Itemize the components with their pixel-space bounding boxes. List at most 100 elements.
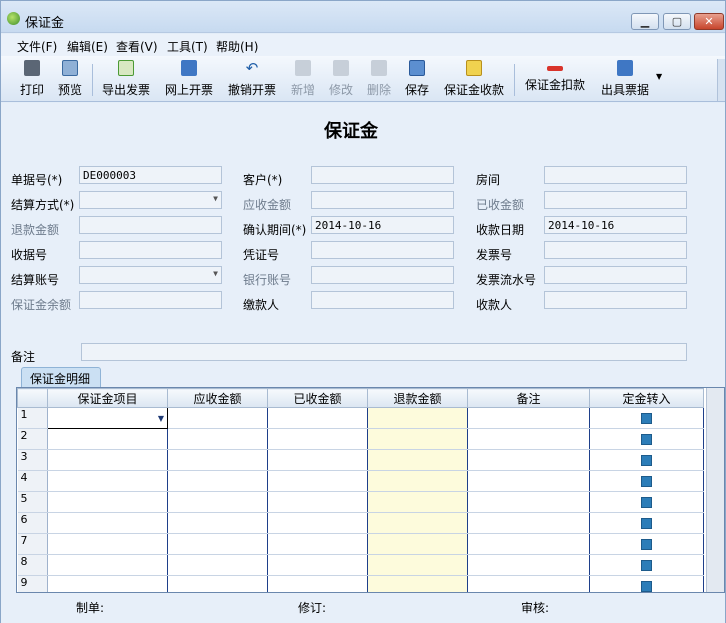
grid-cell[interactable]	[589, 407, 704, 429]
table-row[interactable]: 1 ▼	[17, 407, 704, 429]
table-row[interactable]: 2	[17, 428, 704, 450]
table-row[interactable]: 6	[17, 512, 704, 534]
checkbox[interactable]	[641, 580, 652, 592]
table-row[interactable]: 4	[17, 470, 704, 492]
grid-cell[interactable]	[467, 428, 590, 450]
grid-cell[interactable]	[467, 491, 590, 513]
menu-edit[interactable]: 编辑(E)	[67, 38, 108, 55]
grid-cell[interactable]	[267, 512, 368, 534]
menu-view[interactable]: 查看(V)	[116, 38, 158, 55]
grid-cell[interactable]	[367, 407, 468, 429]
grid-cell[interactable]	[589, 533, 704, 555]
grid-cell[interactable]	[467, 533, 590, 555]
checkbox[interactable]	[641, 433, 652, 445]
payee-field[interactable]	[544, 291, 687, 309]
doc-no-field[interactable]: DE000003	[79, 166, 222, 184]
grid-cell[interactable]	[47, 512, 168, 534]
add-button[interactable]: 新增	[289, 60, 317, 100]
grid-scrollbar[interactable]	[706, 388, 724, 592]
grid-cell[interactable]	[167, 554, 268, 576]
col-header-receivable[interactable]: 应收金额	[167, 388, 268, 408]
preview-button[interactable]: 预览	[56, 60, 84, 100]
undo-invoice-button[interactable]: ↶ 撤销开票	[226, 60, 278, 100]
bank-account-field[interactable]	[311, 266, 454, 284]
checkbox[interactable]	[641, 454, 652, 466]
save-button[interactable]: 保存	[403, 60, 431, 100]
grid-cell[interactable]	[467, 470, 590, 492]
col-header-received[interactable]: 已收金额	[267, 388, 368, 408]
grid-cell[interactable]	[467, 407, 590, 429]
grid-cell[interactable]	[467, 512, 590, 534]
checkbox[interactable]	[641, 517, 652, 529]
grid-cell[interactable]	[367, 491, 468, 513]
close-button[interactable]: ✕	[694, 13, 724, 30]
grid-cell[interactable]	[167, 449, 268, 471]
grid-cell[interactable]	[267, 470, 368, 492]
grid-cell[interactable]	[467, 554, 590, 576]
menu-file[interactable]: 文件(F)	[17, 38, 57, 55]
grid-cell[interactable]	[267, 533, 368, 555]
checkbox[interactable]	[641, 412, 652, 424]
col-header-deposit-item[interactable]: 保证金项目	[47, 388, 168, 408]
checkbox[interactable]	[641, 475, 652, 487]
col-header-remark[interactable]: 备注	[467, 388, 590, 408]
voucher-no-field[interactable]	[311, 241, 454, 259]
print-button[interactable]: 打印	[18, 60, 46, 100]
grid-cell[interactable]	[47, 533, 168, 555]
grid-cell[interactable]	[367, 470, 468, 492]
settle-account-select[interactable]: ▼	[79, 266, 222, 284]
received-field[interactable]	[544, 191, 687, 209]
tab-deposit-detail[interactable]: 保证金明细	[21, 367, 101, 387]
settle-method-select[interactable]: ▼	[79, 191, 222, 209]
grid-cell[interactable]	[367, 533, 468, 555]
grid-cell[interactable]	[367, 554, 468, 576]
grid-cell[interactable]	[167, 428, 268, 450]
table-row[interactable]: 7	[17, 533, 704, 555]
minimize-button[interactable]: ▁	[631, 13, 659, 30]
deposit-balance-field[interactable]	[79, 291, 222, 309]
grid-cell[interactable]	[47, 554, 168, 576]
grid-cell[interactable]	[167, 533, 268, 555]
grid-cell[interactable]	[167, 491, 268, 513]
table-row[interactable]: 8	[17, 554, 704, 576]
grid-cell[interactable]	[467, 449, 590, 471]
grid-cell[interactable]	[589, 470, 704, 492]
grid-cell[interactable]	[589, 512, 704, 534]
grid-cell[interactable]	[167, 512, 268, 534]
refund-field[interactable]	[79, 216, 222, 234]
receivable-field[interactable]	[311, 191, 454, 209]
payer-field[interactable]	[311, 291, 454, 309]
grid-cell[interactable]	[589, 428, 704, 450]
grid-cell[interactable]	[267, 554, 368, 576]
invoice-serial-field[interactable]	[544, 266, 687, 284]
grid-cell[interactable]	[267, 428, 368, 450]
modify-button[interactable]: 修改	[327, 60, 355, 100]
grid-cell[interactable]	[167, 407, 268, 429]
grid-cell[interactable]	[589, 491, 704, 513]
invoice-no-field[interactable]	[544, 241, 687, 259]
chevron-down-icon[interactable]: ▼	[158, 414, 164, 423]
grid-cell[interactable]	[167, 470, 268, 492]
grid-cell[interactable]	[47, 470, 168, 492]
grid-cell[interactable]	[589, 554, 704, 576]
grid-cell[interactable]	[367, 512, 468, 534]
grid-cell[interactable]	[267, 491, 368, 513]
grid-cell[interactable]	[267, 407, 368, 429]
grid-cell[interactable]: ▼	[47, 407, 168, 429]
confirm-period-field[interactable]: 2014-10-16	[311, 216, 454, 234]
grid-cell[interactable]	[267, 449, 368, 471]
col-header-deposit-transfer[interactable]: 定金转入	[589, 388, 704, 408]
table-row[interactable]: 3	[17, 449, 704, 471]
receipt-date-field[interactable]: 2014-10-16	[544, 216, 687, 234]
table-row[interactable]: 5	[17, 491, 704, 513]
issue-bill-button[interactable]: 出具票据	[599, 60, 651, 100]
deposit-deduct-button[interactable]: 保证金扣款	[522, 60, 588, 100]
checkbox[interactable]	[641, 496, 652, 508]
checkbox[interactable]	[641, 538, 652, 550]
deposit-receipt-button[interactable]: 保证金收款	[441, 60, 507, 100]
room-field[interactable]	[544, 166, 687, 184]
checkbox[interactable]	[641, 559, 652, 571]
online-invoice-button[interactable]: 网上开票	[163, 60, 215, 100]
maximize-button[interactable]: ▢	[663, 13, 691, 30]
toolbar-scroll[interactable]	[717, 59, 725, 101]
